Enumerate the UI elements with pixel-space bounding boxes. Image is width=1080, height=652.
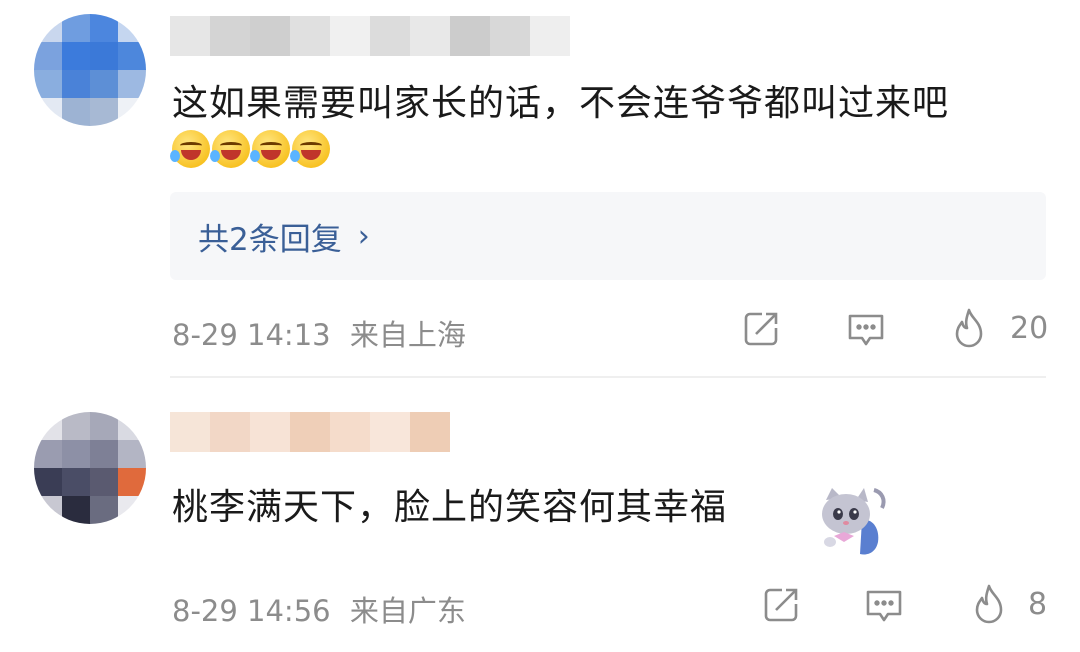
laugh-cry-emoji: [210, 130, 250, 168]
chevron-right-icon: ›: [357, 218, 370, 254]
comment-text: 这如果需要叫家长的话，不会连爷爷都叫过来吧: [172, 83, 950, 124]
share-button[interactable]: [742, 310, 780, 348]
tears-emoji: [290, 130, 330, 168]
avatar[interactable]: [34, 412, 146, 524]
tears-emoji: [250, 130, 290, 168]
comment-icon: [866, 590, 902, 622]
username[interactable]: [170, 16, 570, 56]
flame-icon: [955, 308, 983, 348]
comment-item: 这如果需要叫家长的话，不会连爷爷都叫过来吧 共2条回复 › 8-29 14:13…: [0, 0, 1080, 376]
like-button[interactable]: 8: [970, 582, 1047, 626]
flame-icon: [975, 584, 1003, 624]
like-count: 20: [1010, 310, 1049, 346]
like-button[interactable]: 20: [950, 306, 1048, 350]
comment-button[interactable]: [864, 586, 904, 626]
share-button[interactable]: [762, 586, 800, 624]
share-icon: [744, 312, 778, 346]
like-count: 8: [1028, 586, 1048, 622]
username[interactable]: [170, 412, 450, 452]
avatar[interactable]: [34, 14, 146, 126]
comment-button[interactable]: [846, 310, 886, 350]
comment-icon: [848, 314, 884, 346]
comment-date: 8-29 14:13: [172, 318, 331, 352]
comment-location: 来自广东: [349, 594, 466, 628]
laugh-cry-emoji: [170, 130, 210, 168]
comment-meta: 8-29 14:56 来自广东: [172, 588, 466, 630]
emoji-row: [170, 130, 330, 168]
comment-item: 桃李满天下，脸上的笑容何其幸福 8-29 14:56 来自广东 8: [0, 376, 1080, 652]
comment-text: 桃李满天下，脸上的笑容何其幸福: [172, 487, 728, 528]
view-replies-button[interactable]: 共2条回复 ›: [170, 192, 1046, 280]
share-icon: [764, 588, 798, 622]
comment-location: 来自上海: [349, 318, 466, 352]
replies-label: 共2条回复: [198, 221, 342, 258]
comment-date: 8-29 14:56: [172, 594, 331, 628]
comment-meta: 8-29 14:13 来自上海: [172, 312, 466, 354]
cat-sticker: [822, 488, 886, 555]
